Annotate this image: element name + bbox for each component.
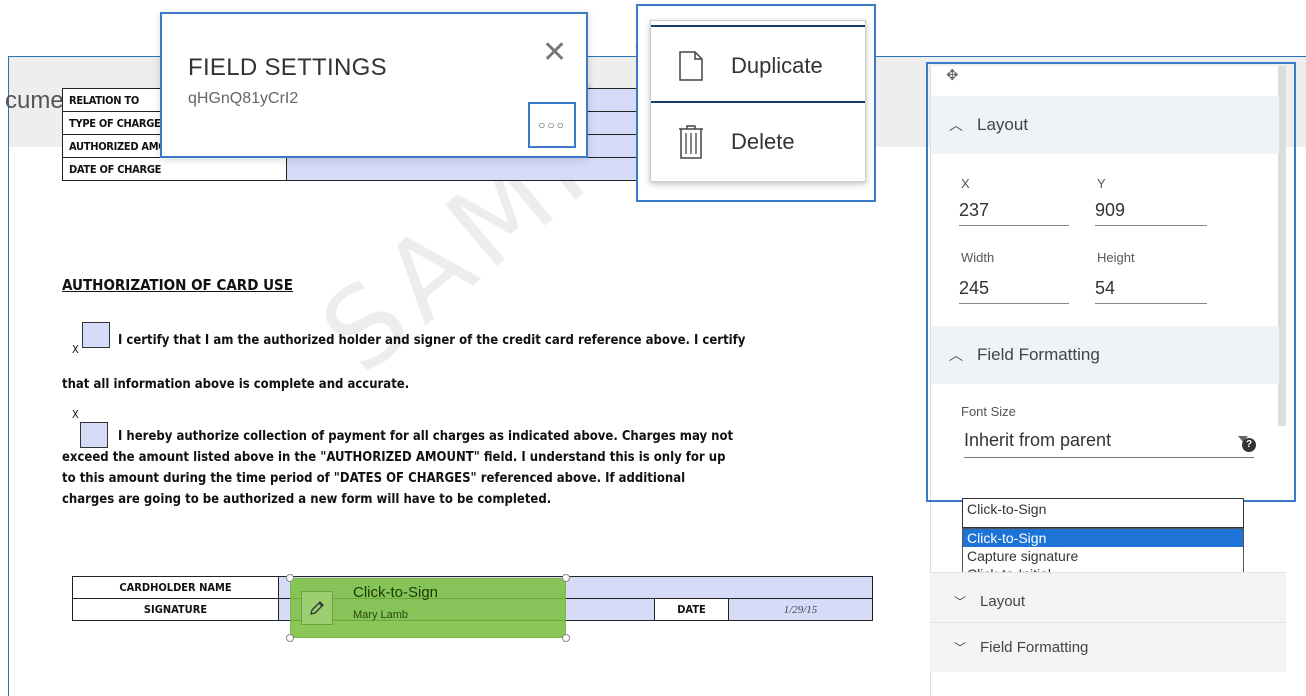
x-label: X [961, 176, 970, 191]
x-mark: X [72, 343, 79, 356]
more-options-button[interactable]: ○○○ [528, 102, 576, 148]
date-label: DATE [654, 598, 729, 621]
date-value: 1/29/15 [783, 604, 818, 616]
chevron-up-icon: ︿ [949, 347, 963, 363]
trash-icon [679, 125, 703, 159]
signature-type-selected: Click-to-Sign [967, 501, 1047, 517]
chevron-down-icon: ﹀ [954, 641, 967, 655]
signature-type-select[interactable]: Click-to-Sign [962, 498, 1244, 528]
pencil-icon [310, 601, 324, 615]
authorization-heading: AUTHORIZATION OF CARD USE [62, 276, 293, 294]
cardholder-name-label: CARDHOLDER NAME [72, 576, 279, 599]
x-mark: X [72, 408, 79, 421]
layout-section-label: Layout [977, 115, 1029, 134]
field-settings-title: FIELD SETTINGS [188, 54, 387, 81]
duplicate-menu-item[interactable]: Duplicate [651, 27, 865, 105]
date-cell[interactable]: 1/29/15 [728, 598, 873, 621]
width-input[interactable]: 245 [959, 278, 1069, 304]
layout-collapsed-label: Layout [980, 593, 1026, 610]
resize-handle[interactable] [286, 634, 294, 642]
font-size-select[interactable]: Inherit from parent [964, 430, 1254, 458]
move-icon[interactable]: ✥ [946, 66, 959, 84]
resize-handle[interactable] [562, 574, 570, 582]
signer-name: Mary Lamb [353, 609, 409, 621]
field-id: qHGnQ81yCrI2 [188, 90, 299, 107]
formatting-section-collapsed[interactable]: ﹀ Field Formatting [930, 622, 1286, 672]
field-settings-popup: FIELD SETTINGS qHGnQ81yCrI2 ✕ ○○○ [160, 12, 588, 158]
width-label: Width [961, 250, 995, 265]
certify-text-line1: I certify that I am the authorized holde… [118, 333, 746, 348]
authorize-text-line4: charges are going to be authorized a new… [62, 492, 552, 507]
certify-checkbox[interactable] [82, 322, 110, 348]
y-input[interactable]: 909 [1095, 200, 1207, 226]
formatting-section-header[interactable]: ︿ Field Formatting [931, 326, 1279, 384]
chevron-up-icon: ︿ [949, 117, 963, 133]
formatting-collapsed-label: Field Formatting [980, 639, 1089, 656]
help-icon[interactable]: ? [1242, 438, 1256, 452]
layout-section-header[interactable]: ︿ Layout [931, 96, 1279, 154]
ellipsis-icon: ○○○ [538, 118, 566, 132]
close-icon[interactable]: ✕ [542, 38, 567, 68]
option-capture-signature[interactable]: Capture signature [963, 547, 1243, 565]
font-size-value: Inherit from parent [964, 430, 1112, 450]
panel-scrollbar[interactable] [1278, 66, 1286, 426]
delete-menu-item[interactable]: Delete [651, 103, 865, 181]
signature-label: SIGNATURE [72, 598, 279, 621]
authorize-text-line3: to this amount during the time period of… [62, 471, 686, 486]
document-icon [679, 51, 703, 81]
signature-type-label: Click-to-Sign [353, 584, 439, 601]
signature-field[interactable]: Click-to-Sign Mary Lamb [286, 574, 570, 642]
authorize-text-line2: exceed the amount listed above in the "A… [62, 450, 726, 465]
duplicate-label: Duplicate [731, 53, 823, 78]
certify-text-line2: that all information above is complete a… [62, 377, 410, 392]
formatting-section-label: Field Formatting [977, 345, 1100, 364]
table-cell-label: DATE OF CHARGE [62, 157, 287, 181]
height-label: Height [1097, 250, 1135, 265]
chevron-down-icon: ﹀ [954, 595, 967, 609]
resize-handle[interactable] [562, 634, 570, 642]
height-input[interactable]: 54 [1095, 278, 1207, 304]
authorize-checkbox[interactable] [80, 422, 108, 448]
layout-section-collapsed[interactable]: ﹀ Layout [930, 572, 1286, 622]
option-click-to-sign[interactable]: Click-to-Sign [963, 529, 1243, 547]
authorize-text-line1: I hereby authorize collection of payment… [118, 429, 734, 444]
edit-field-button[interactable] [301, 591, 333, 625]
y-label: Y [1097, 176, 1106, 191]
x-input[interactable]: 237 [959, 200, 1069, 226]
resize-handle[interactable] [286, 574, 294, 582]
font-size-label: Font Size [961, 404, 1016, 419]
field-actions-menu: Duplicate Delete [650, 20, 866, 182]
delete-label: Delete [731, 129, 795, 154]
